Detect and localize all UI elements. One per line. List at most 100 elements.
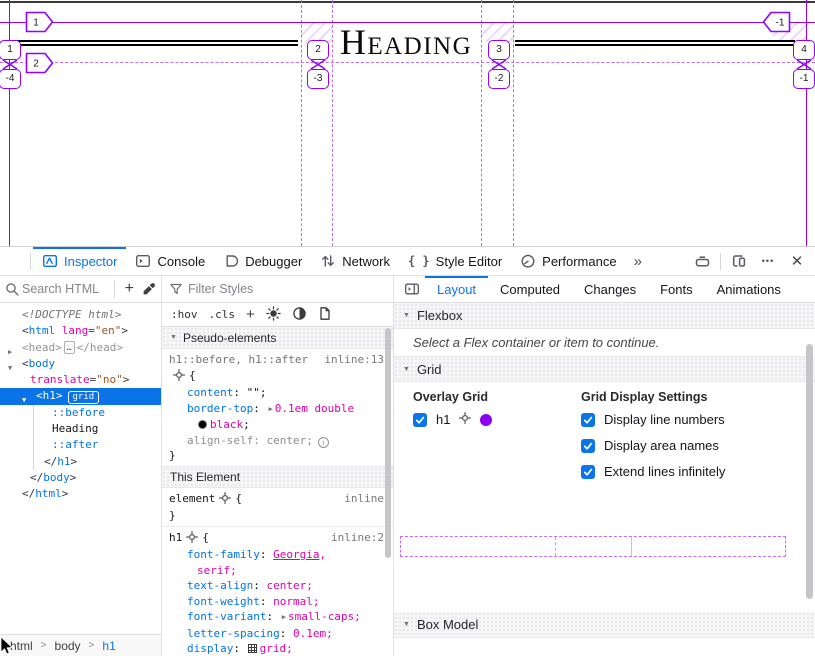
grid-highlighter-icon[interactable] (248, 644, 257, 653)
toggle-light-theme-button[interactable] (266, 306, 281, 324)
css-declaration[interactable]: text-align: center; (162, 578, 393, 594)
breadcrumb-item-h1[interactable]: h1 (102, 639, 115, 653)
tab-label: Changes (584, 282, 636, 297)
css-declaration[interactable]: content: ""; (162, 385, 393, 401)
rule-selector[interactable]: element (169, 492, 215, 505)
css-declaration[interactable]: font-family: Georgia,serif; (162, 547, 393, 578)
rule-source-link[interactable]: inline:13 (324, 352, 384, 368)
markup-node[interactable]: ▼<body (0, 356, 161, 372)
open-brace: { (189, 369, 196, 382)
toolbox-tab-performance[interactable]: Performance (511, 247, 625, 275)
toolbox-tab-style-editor[interactable]: { }Style Editor (399, 247, 511, 275)
expand-value-icon[interactable]: ▶ (268, 405, 272, 413)
inactive-info-icon[interactable]: i (318, 437, 329, 448)
device-preview-button[interactable] (689, 249, 715, 273)
grid-setting-display-area-names[interactable]: Display area names (581, 438, 719, 453)
sidebar-tab-layout[interactable]: Layout (425, 276, 488, 302)
markup-node[interactable]: <html lang="en"> (0, 323, 161, 339)
color-swatch-black[interactable] (198, 420, 207, 429)
dark-theme-icon (292, 306, 307, 321)
flexbox-section-header[interactable]: ▼ Flexbox (394, 303, 815, 329)
sidebar-tab-changes[interactable]: Changes (572, 276, 648, 302)
css-declaration[interactable]: align-self: center;i (162, 433, 393, 449)
css-declaration[interactable]: font-variant: ▶small-caps; (162, 609, 393, 626)
css-declaration[interactable]: display: grid; (162, 641, 393, 656)
close-button[interactable]: ✕ (784, 249, 810, 273)
toolbox-tab-inspector[interactable]: Inspector (33, 247, 126, 275)
toggle-print-media-button[interactable] (318, 306, 332, 324)
markup-node[interactable]: </html> (0, 486, 161, 502)
selector-highlighter-icon[interactable] (219, 494, 231, 507)
markup-node[interactable]: </h1> (0, 454, 161, 470)
markup-search-row: + (0, 276, 161, 303)
responsive-design-mode-button[interactable] (726, 249, 752, 273)
sidebar-tab-fonts[interactable]: Fonts (648, 276, 705, 302)
code-token: "no" (96, 373, 123, 386)
devtools-panels: + <!DOCTYPE html><html lang="en">▶<head>… (0, 276, 815, 656)
checkbox-checked[interactable] (413, 413, 427, 427)
css-declaration[interactable]: letter-spacing: 0.1em; (162, 626, 393, 642)
rules-toolbar--cls-button[interactable]: .cls (209, 308, 236, 321)
responsive-design-mode-icon (731, 253, 747, 269)
toolbox-tab-console[interactable]: Console (126, 247, 214, 275)
checkbox-checked[interactable] (581, 439, 595, 453)
tab-label: Style Editor (436, 254, 502, 269)
add-node-button[interactable]: + (120, 280, 139, 298)
rules-scrollbar[interactable] (385, 328, 391, 558)
sidebar-tab-items: LayoutComputed Changes FontsAnimations (425, 276, 793, 302)
grid-setting-extend-lines-infinitely[interactable]: Extend lines infinitely (581, 464, 725, 479)
rule-source-link[interactable]: inline:2 (331, 530, 384, 546)
code-token: > (62, 487, 69, 500)
css-declaration[interactable]: border-top: ▶0.1em doubleblack; (162, 401, 393, 433)
rule-selector[interactable]: h1::before, h1::after (169, 353, 308, 366)
markup-node[interactable]: ::before (0, 405, 161, 421)
filter-styles-input[interactable] (188, 282, 386, 296)
rules-section-header-pseudo-elements[interactable]: ▼Pseudo-elements (162, 327, 393, 349)
checkbox-checked[interactable] (581, 465, 595, 479)
markup-node[interactable]: translate="no"> (0, 372, 161, 388)
sidebar-tab-computed[interactable]: Computed (488, 276, 572, 302)
property-name: font-family (187, 548, 260, 561)
sidebar-toggle-button[interactable] (399, 276, 425, 302)
box-model-section-header[interactable]: ▼ Box Model (394, 612, 815, 638)
rules-toolbar-add-rule-button[interactable]: + (246, 306, 255, 323)
selector-highlighter-icon[interactable] (173, 371, 185, 384)
toolbox-tab-debugger[interactable]: Debugger (214, 247, 311, 275)
selector-highlighter-icon[interactable] (186, 533, 198, 546)
flexbox-empty-message: Select a Flex container or item to conti… (394, 329, 815, 356)
highlight-grid-icon[interactable] (459, 412, 471, 427)
toolbox-tab-network[interactable]: Network (311, 247, 399, 275)
overlay-grid-item[interactable]: h1 (413, 412, 492, 427)
grid-badge[interactable]: grid (68, 391, 100, 404)
markup-node[interactable]: Heading (0, 421, 161, 437)
grid-section-header[interactable]: ▼ Grid (394, 356, 815, 382)
pick-element-button[interactable] (0, 247, 28, 275)
css-declaration[interactable]: font-weight: normal; (162, 594, 393, 610)
grid-color-swatch[interactable] (480, 414, 492, 426)
grid-outline-preview[interactable] (400, 536, 786, 557)
search-input[interactable] (22, 282, 109, 296)
breadcrumb-item-body[interactable]: body (55, 639, 81, 653)
more-tabs-button[interactable]: » (626, 253, 649, 270)
grid-setting-display-line-numbers[interactable]: Display line numbers (581, 412, 725, 427)
more-options-button[interactable]: ••• (755, 249, 781, 273)
rules-toolbar--hov-button[interactable]: :hov (171, 308, 198, 321)
sidebar-tab-animations[interactable]: Animations (705, 276, 793, 302)
eyedropper-icon[interactable] (142, 282, 156, 296)
markup-node[interactable]: ::after (0, 437, 161, 453)
layout-scrollbar[interactable] (806, 344, 813, 599)
markup-node[interactable]: </body> (0, 470, 161, 486)
collapsed-content-badge[interactable]: … (64, 341, 75, 354)
markup-node[interactable]: ▼<h1>grid (0, 388, 161, 404)
sidebar-tabs: LayoutComputed Changes FontsAnimations (394, 276, 815, 303)
overlay-grid-label: h1 (436, 412, 450, 427)
close-icon: ✕ (791, 252, 804, 270)
rules-section-header-this-element[interactable]: This Element (162, 466, 393, 488)
expand-value-icon[interactable]: ▶ (282, 613, 286, 621)
rule-selector[interactable]: h1 (169, 531, 182, 544)
markup-node[interactable]: <!DOCTYPE html> (0, 307, 161, 323)
toggle-dark-theme-button[interactable] (292, 306, 307, 324)
markup-node[interactable]: ▶<head>…</head> (0, 340, 161, 356)
checkbox-checked[interactable] (581, 413, 595, 427)
rule-source-link[interactable]: inline (344, 491, 384, 507)
